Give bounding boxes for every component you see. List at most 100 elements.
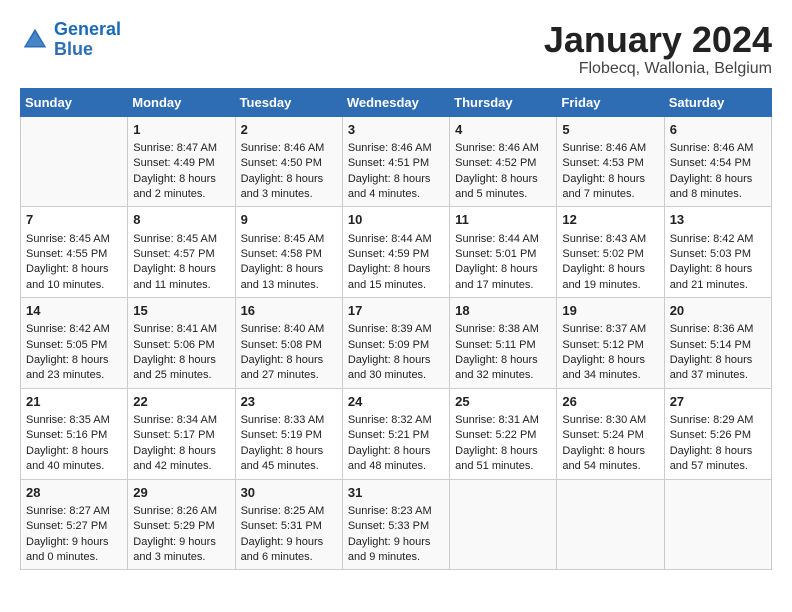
sunrise-text: Sunrise: 8:40 AM: [241, 322, 337, 337]
calendar-cell: 9 Sunrise: 8:45 AMSunset: 4:58 PMDaylight…: [235, 207, 342, 298]
sunset-text: Sunset: 4:54 PM: [670, 156, 766, 171]
header-cell-wednesday: Wednesday: [342, 88, 449, 116]
calendar-row: 21Sunrise: 8:35 AMSunset: 5:16 PMDayligh…: [21, 388, 772, 479]
header-cell-saturday: Saturday: [664, 88, 771, 116]
calendar-subtitle: Flobecq, Wallonia, Belgium: [544, 60, 772, 78]
sunset-text: Sunset: 4:49 PM: [133, 156, 229, 171]
day-number: 19: [562, 302, 658, 320]
day-number: 2: [241, 121, 337, 139]
day-number: 30: [241, 484, 337, 502]
day-number: 28: [26, 484, 122, 502]
calendar-cell: 16Sunrise: 8:40 AMSunset: 5:08 PMDayligh…: [235, 298, 342, 389]
logo-text: General Blue: [54, 20, 121, 60]
day-number: 23: [241, 393, 337, 411]
sunset-text: Sunset: 5:22 PM: [455, 428, 551, 443]
calendar-cell: 14Sunrise: 8:42 AMSunset: 5:05 PMDayligh…: [21, 298, 128, 389]
sunrise-text: Sunrise: 8:44 AM: [348, 232, 444, 247]
sunrise-text: Sunrise: 8:42 AM: [670, 232, 766, 247]
day-number: 13: [670, 211, 766, 229]
day-number: 18: [455, 302, 551, 320]
sunset-text: Sunset: 5:21 PM: [348, 428, 444, 443]
calendar-cell: 24 Sunrise: 8:32 AMSunset: 5:21 PMDayligh…: [342, 388, 449, 479]
calendar-cell: 2 Sunrise: 8:46 AMSunset: 4:50 PMDaylight…: [235, 116, 342, 207]
sunrise-text: Sunrise: 8:41 AM: [133, 322, 229, 337]
sunrise-text: Sunrise: 8:45 AM: [133, 232, 229, 247]
calendar-cell: 25Sunrise: 8:31 AMSunset: 5:22 PMDayligh…: [450, 388, 557, 479]
daylight-text: Daylight: 8 hours and 5 minutes.: [455, 172, 551, 203]
daylight-text: Daylight: 8 hours and 11 minutes.: [133, 262, 229, 293]
calendar-cell: 3Sunrise: 8:46 AMSunset: 4:51 PMDaylight…: [342, 116, 449, 207]
calendar-cell: 11Sunrise: 8:44 AMSunset: 5:01 PMDayligh…: [450, 207, 557, 298]
daylight-text: Daylight: 8 hours and 2 minutes.: [133, 172, 229, 203]
daylight-text: Daylight: 8 hours and 13 minutes.: [241, 262, 337, 293]
calendar-cell: 10Sunrise: 8:44 AMSunset: 4:59 PMDayligh…: [342, 207, 449, 298]
sunset-text: Sunset: 5:29 PM: [133, 519, 229, 534]
calendar-cell: 21Sunrise: 8:35 AMSunset: 5:16 PMDayligh…: [21, 388, 128, 479]
day-number: 22: [133, 393, 229, 411]
daylight-text: Daylight: 8 hours and 34 minutes.: [562, 353, 658, 384]
sunset-text: Sunset: 4:52 PM: [455, 156, 551, 171]
calendar-cell: 4Sunrise: 8:46 AMSunset: 4:52 PMDaylight…: [450, 116, 557, 207]
daylight-text: Daylight: 8 hours and 25 minutes.: [133, 353, 229, 384]
daylight-text: Daylight: 8 hours and 37 minutes.: [670, 353, 766, 384]
header-row: SundayMondayTuesdayWednesdayThursdayFrid…: [21, 88, 772, 116]
day-number: 8: [133, 211, 229, 229]
day-number: 24: [348, 393, 444, 411]
sunrise-text: Sunrise: 8:45 AM: [241, 232, 337, 247]
daylight-text: Daylight: 8 hours and 4 minutes.: [348, 172, 444, 203]
sunset-text: Sunset: 5:14 PM: [670, 338, 766, 353]
sunrise-text: Sunrise: 8:35 AM: [26, 413, 122, 428]
daylight-text: Daylight: 8 hours and 8 minutes.: [670, 172, 766, 203]
calendar-title: January 2024: [544, 20, 772, 60]
daylight-text: Daylight: 8 hours and 57 minutes.: [670, 444, 766, 475]
day-number: 3: [348, 121, 444, 139]
sunrise-text: Sunrise: 8:39 AM: [348, 322, 444, 337]
sunset-text: Sunset: 5:09 PM: [348, 338, 444, 353]
sunrise-text: Sunrise: 8:32 AM: [348, 413, 444, 428]
sunrise-text: Sunrise: 8:46 AM: [670, 141, 766, 156]
daylight-text: Daylight: 8 hours and 54 minutes.: [562, 444, 658, 475]
calendar-body: 1Sunrise: 8:47 AMSunset: 4:49 PMDaylight…: [21, 116, 772, 570]
daylight-text: Daylight: 8 hours and 32 minutes.: [455, 353, 551, 384]
calendar-cell: 19Sunrise: 8:37 AMSunset: 5:12 PMDayligh…: [557, 298, 664, 389]
day-number: 27: [670, 393, 766, 411]
day-number: 10: [348, 211, 444, 229]
sunset-text: Sunset: 5:02 PM: [562, 247, 658, 262]
sunset-text: Sunset: 4:58 PM: [241, 247, 337, 262]
logo: General Blue: [20, 20, 121, 60]
header-cell-monday: Monday: [128, 88, 235, 116]
sunrise-text: Sunrise: 8:46 AM: [241, 141, 337, 156]
daylight-text: Daylight: 8 hours and 21 minutes.: [670, 262, 766, 293]
calendar-cell: 18Sunrise: 8:38 AMSunset: 5:11 PMDayligh…: [450, 298, 557, 389]
day-number: 9: [241, 211, 337, 229]
sunset-text: Sunset: 4:59 PM: [348, 247, 444, 262]
daylight-text: Daylight: 8 hours and 48 minutes.: [348, 444, 444, 475]
calendar-cell: 23Sunrise: 8:33 AMSunset: 5:19 PMDayligh…: [235, 388, 342, 479]
sunset-text: Sunset: 5:01 PM: [455, 247, 551, 262]
sunrise-text: Sunrise: 8:23 AM: [348, 504, 444, 519]
day-number: 5: [562, 121, 658, 139]
sunset-text: Sunset: 5:17 PM: [133, 428, 229, 443]
daylight-text: Daylight: 8 hours and 3 minutes.: [241, 172, 337, 203]
daylight-text: Daylight: 9 hours and 6 minutes.: [241, 535, 337, 566]
sunset-text: Sunset: 5:16 PM: [26, 428, 122, 443]
sunrise-text: Sunrise: 8:30 AM: [562, 413, 658, 428]
sunrise-text: Sunrise: 8:33 AM: [241, 413, 337, 428]
logo-general: General: [54, 19, 121, 39]
day-number: 14: [26, 302, 122, 320]
sunrise-text: Sunrise: 8:47 AM: [133, 141, 229, 156]
day-number: 17: [348, 302, 444, 320]
sunrise-text: Sunrise: 8:42 AM: [26, 322, 122, 337]
sunset-text: Sunset: 4:50 PM: [241, 156, 337, 171]
day-number: 12: [562, 211, 658, 229]
day-number: 29: [133, 484, 229, 502]
daylight-text: Daylight: 8 hours and 19 minutes.: [562, 262, 658, 293]
sunset-text: Sunset: 5:33 PM: [348, 519, 444, 534]
calendar-cell: 13Sunrise: 8:42 AMSunset: 5:03 PMDayligh…: [664, 207, 771, 298]
calendar-table: SundayMondayTuesdayWednesdayThursdayFrid…: [20, 88, 772, 571]
daylight-text: Daylight: 8 hours and 42 minutes.: [133, 444, 229, 475]
daylight-text: Daylight: 8 hours and 30 minutes.: [348, 353, 444, 384]
sunset-text: Sunset: 5:27 PM: [26, 519, 122, 534]
sunset-text: Sunset: 4:55 PM: [26, 247, 122, 262]
calendar-cell: 20Sunrise: 8:36 AMSunset: 5:14 PMDayligh…: [664, 298, 771, 389]
